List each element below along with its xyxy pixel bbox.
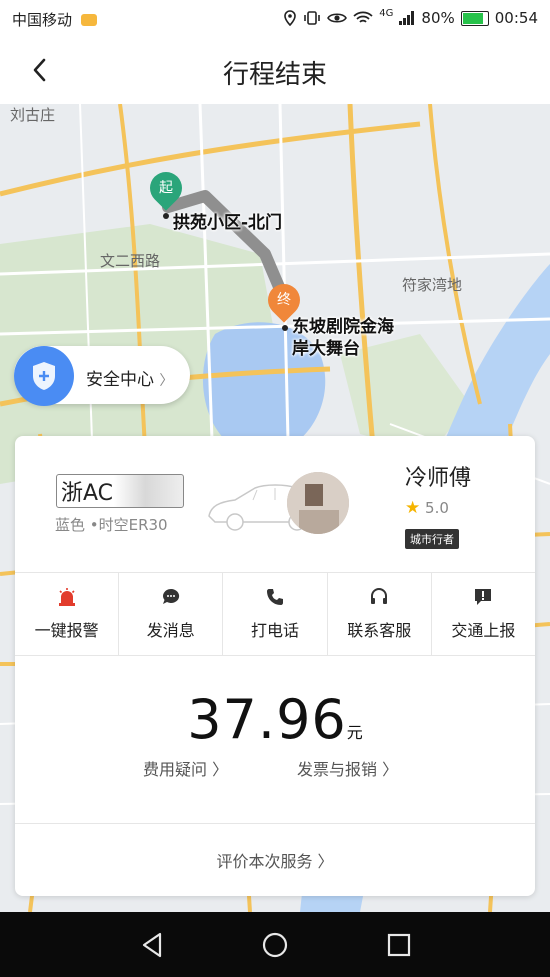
action-label: 打电话 <box>251 621 300 640</box>
title-bar: 行程结束 <box>0 36 550 104</box>
rating-value: 5.0 <box>425 499 449 517</box>
action-label: 联系客服 <box>347 621 412 640</box>
eye-icon <box>327 13 348 23</box>
nav-back-icon[interactable] <box>138 930 168 960</box>
map-label: 刘古庄 <box>10 106 56 124</box>
action-label: 发消息 <box>146 621 195 640</box>
location-icon <box>284 10 297 26</box>
status-bar: 中国移动 4G 80% 00:54 <box>0 0 550 36</box>
driver-avatar[interactable] <box>287 472 349 534</box>
message-icon <box>162 588 179 604</box>
invoice-link[interactable]: 发票与报销 〉 <box>297 756 398 780</box>
report-icon <box>475 589 492 605</box>
clock: 00:54 <box>494 9 538 27</box>
network-type: 4G <box>379 7 394 19</box>
star-icon: ★ <box>405 498 421 518</box>
driver-rating: ★ 5.0 <box>405 498 449 518</box>
chevron-right-icon: 〉 <box>159 373 174 389</box>
map-label: 符家湾地 <box>402 276 463 294</box>
phone-icon <box>267 589 283 605</box>
divider <box>15 655 535 656</box>
fare-amount: 37.96元 <box>15 688 535 751</box>
license-plate: 浙AC <box>61 481 114 506</box>
call-button[interactable]: 打电话 <box>223 573 328 655</box>
start-pin-label: 起 <box>159 180 173 196</box>
safety-center-label: 安全中心 〉 <box>86 370 174 390</box>
shield-icon <box>14 346 74 406</box>
driver-name: 冷师傅 <box>405 466 472 491</box>
send-message-button[interactable]: 发消息 <box>119 573 224 655</box>
nav-home-icon[interactable] <box>260 930 290 960</box>
trip-card: 浙AC 蓝色 •时空ER30 冷师傅 ★ 5.0 城市行者 一键报警 发消息 打… <box>15 436 535 896</box>
system-nav-bar <box>0 912 550 977</box>
action-label: 交通上报 <box>451 621 516 640</box>
car-description: 蓝色 •时空ER30 <box>55 516 168 534</box>
end-location-label-line2: 岸大舞台 <box>292 339 360 359</box>
divider <box>15 823 535 824</box>
mail-icon <box>80 13 97 26</box>
status-left: 中国移动 <box>12 9 97 30</box>
fare-value: 37.96 <box>187 688 347 751</box>
start-pin[interactable]: 起 <box>143 165 189 211</box>
alarm-icon <box>58 588 75 606</box>
traffic-report-button[interactable]: 交通上报 <box>432 573 535 655</box>
page-title: 行程结束 <box>222 60 327 90</box>
emergency-alarm-button[interactable]: 一键报警 <box>15 573 120 655</box>
status-right: 4G 80% 00:54 <box>283 7 538 27</box>
signal-icon <box>399 11 415 25</box>
nav-recents-icon[interactable] <box>384 930 414 960</box>
battery-percent: 80% <box>421 9 455 27</box>
headset-icon <box>371 588 388 604</box>
rate-service-link[interactable]: 评价本次服务 〉 <box>15 848 535 872</box>
driver-tag: 城市行者 <box>405 529 459 549</box>
safety-center-button[interactable]: 安全中心 〉 <box>14 346 190 406</box>
wifi-icon <box>353 11 373 23</box>
battery-icon <box>460 10 489 26</box>
map-label: 文二西路 <box>100 252 161 270</box>
action-bar: 一键报警 发消息 打电话 联系客服 交通上报 <box>15 573 535 655</box>
fee-question-link[interactable]: 费用疑问 〉 <box>143 756 228 780</box>
start-location-label: 拱苑小区-北门 <box>173 213 283 233</box>
vibrate-icon <box>304 11 321 25</box>
action-label: 一键报警 <box>34 621 99 640</box>
carrier-label: 中国移动 <box>12 11 73 29</box>
customer-service-button[interactable]: 联系客服 <box>328 573 432 655</box>
fare-unit: 元 <box>346 723 363 742</box>
